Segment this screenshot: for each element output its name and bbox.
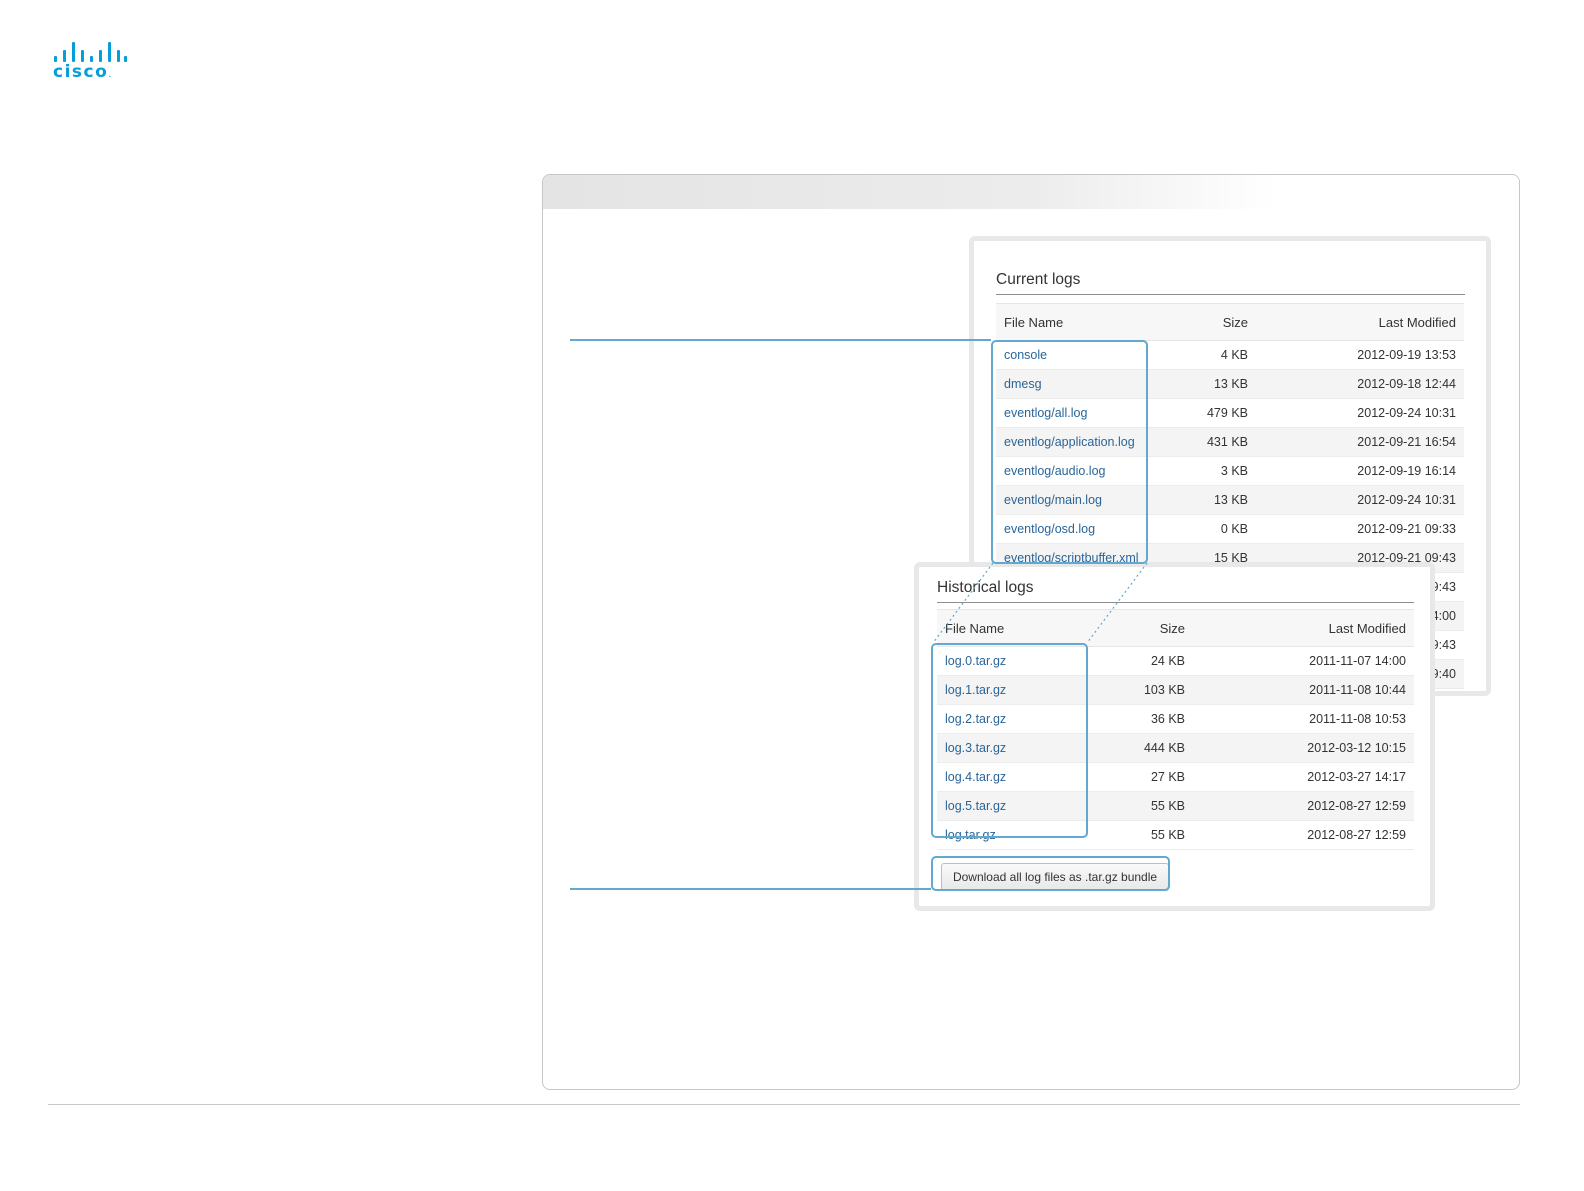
footer-divider [48,1104,1520,1105]
page: cisco. Current logs File Name Size Last … [0,0,1584,1191]
zoom-connector-lines [932,562,1148,644]
